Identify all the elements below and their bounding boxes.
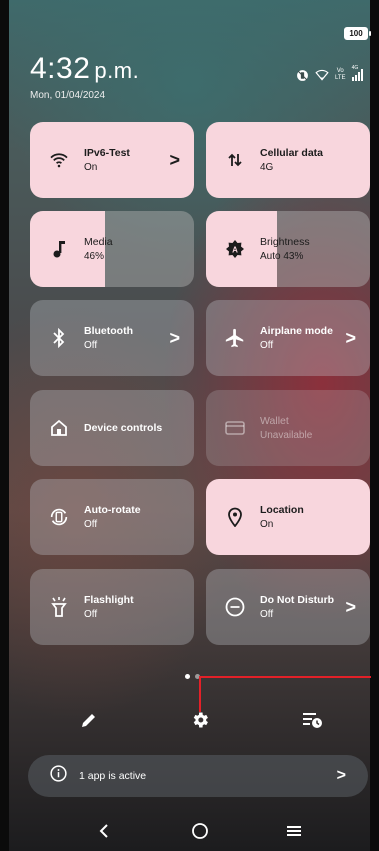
tile-brightness-subtitle: Auto 43% (260, 251, 304, 262)
tile-wifi-subtitle: On (84, 162, 98, 173)
chevron-right-icon: > (336, 767, 346, 784)
tile-media-slider[interactable]: Media 46% (30, 211, 194, 287)
tile-airplane-mode[interactable]: Airplane mode Off > (206, 300, 370, 376)
chevron-right-icon[interactable]: > (169, 328, 180, 349)
tile-cellular-subtitle: 4G (260, 162, 274, 173)
wifi-status-icon (315, 69, 329, 81)
tile-flashlight[interactable]: Flashlight Off (30, 569, 194, 645)
status-icons: Vo LTE 4G (296, 65, 364, 82)
airplane-icon (224, 327, 246, 349)
chevron-right-icon[interactable]: > (169, 150, 180, 171)
battery-indicator: 100 (344, 27, 371, 40)
date-label: Mon, 01/04/2024 (30, 90, 106, 101)
signal-strength-icon: 4G (351, 65, 364, 81)
home-icon (48, 417, 70, 439)
edit-icon[interactable] (77, 708, 101, 732)
tile-media-subtitle: 46% (84, 251, 105, 262)
tile-wifi[interactable]: IPv6-Test On > (30, 122, 194, 198)
clock-time: 4:32 (30, 52, 91, 85)
settings-icon[interactable] (188, 708, 212, 732)
volte-top: Vo (336, 68, 344, 74)
tile-dnd-subtitle: Off (260, 609, 274, 620)
wallet-icon (224, 417, 246, 439)
brightness-auto-icon: A (224, 238, 246, 260)
tile-flashlight-subtitle: Off (84, 609, 98, 620)
alarm-list-icon[interactable] (301, 708, 325, 732)
tile-wallet-subtitle: Unavailable (260, 430, 313, 441)
annotation-line (199, 676, 201, 712)
home-button-icon[interactable] (189, 820, 211, 842)
tile-brightness-title: Brightness (260, 236, 310, 248)
info-icon (50, 765, 67, 787)
volte-bottom: LTE (335, 75, 346, 81)
tile-airplane-subtitle: Off (260, 340, 274, 351)
tile-flashlight-title: Flashlight (84, 594, 134, 606)
page-dot-active (185, 674, 190, 679)
flashlight-icon (48, 596, 70, 618)
tile-bluetooth[interactable]: Bluetooth Off > (30, 300, 194, 376)
volte-label: Vo LTE (335, 68, 346, 82)
chevron-right-icon[interactable]: > (345, 328, 356, 349)
network-generation: 4G (351, 65, 359, 71)
tile-device-controls[interactable]: Device controls (30, 390, 194, 466)
wifi-icon (48, 149, 70, 171)
active-apps-bar[interactable]: 1 app is active > (28, 755, 368, 797)
auto-rotate-icon (48, 506, 70, 528)
svg-text:A: A (232, 245, 238, 254)
tile-device-controls-title: Device controls (84, 422, 163, 434)
battery-level: 100 (349, 29, 363, 38)
vibrate-off-icon (296, 69, 309, 82)
back-icon[interactable] (93, 820, 115, 842)
location-icon (224, 506, 246, 528)
tile-cellular-data[interactable]: Cellular data 4G (206, 122, 370, 198)
cellular-data-icon (224, 149, 246, 171)
tile-auto-rotate-subtitle: Off (84, 519, 98, 530)
navigation-bar (0, 812, 379, 848)
do-not-disturb-icon (224, 596, 246, 618)
tile-bluetooth-title: Bluetooth (84, 325, 133, 337)
clock-ampm: p.m. (94, 58, 140, 83)
tile-wallet-title: Wallet (260, 415, 289, 427)
tile-wifi-title: IPv6-Test (84, 147, 130, 159)
tile-auto-rotate[interactable]: Auto-rotate Off (30, 479, 194, 555)
music-note-icon (48, 238, 70, 260)
tile-airplane-title: Airplane mode (260, 325, 333, 337)
annotation-line (199, 676, 371, 678)
tile-location-title: Location (260, 504, 304, 516)
tile-bluetooth-subtitle: Off (84, 340, 98, 351)
active-apps-label: 1 app is active (79, 770, 147, 782)
clock[interactable]: 4:32 p.m. (30, 52, 139, 86)
tile-dnd-title: Do Not Disturb (260, 594, 335, 606)
recents-icon[interactable] (283, 820, 305, 842)
tile-auto-rotate-title: Auto-rotate (84, 504, 141, 516)
tile-location-subtitle: On (260, 519, 274, 530)
bluetooth-icon (48, 327, 70, 349)
tile-do-not-disturb[interactable]: Do Not Disturb Off > (206, 569, 370, 645)
page-indicator (185, 674, 200, 679)
tile-brightness-slider[interactable]: A Brightness Auto 43% (206, 211, 370, 287)
quick-settings-actions (0, 708, 379, 736)
tile-wallet: Wallet Unavailable (206, 390, 370, 466)
tile-media-title: Media (84, 236, 113, 248)
tile-cellular-title: Cellular data (260, 147, 324, 159)
chevron-right-icon[interactable]: > (345, 597, 356, 618)
tile-location[interactable]: Location On (206, 479, 370, 555)
